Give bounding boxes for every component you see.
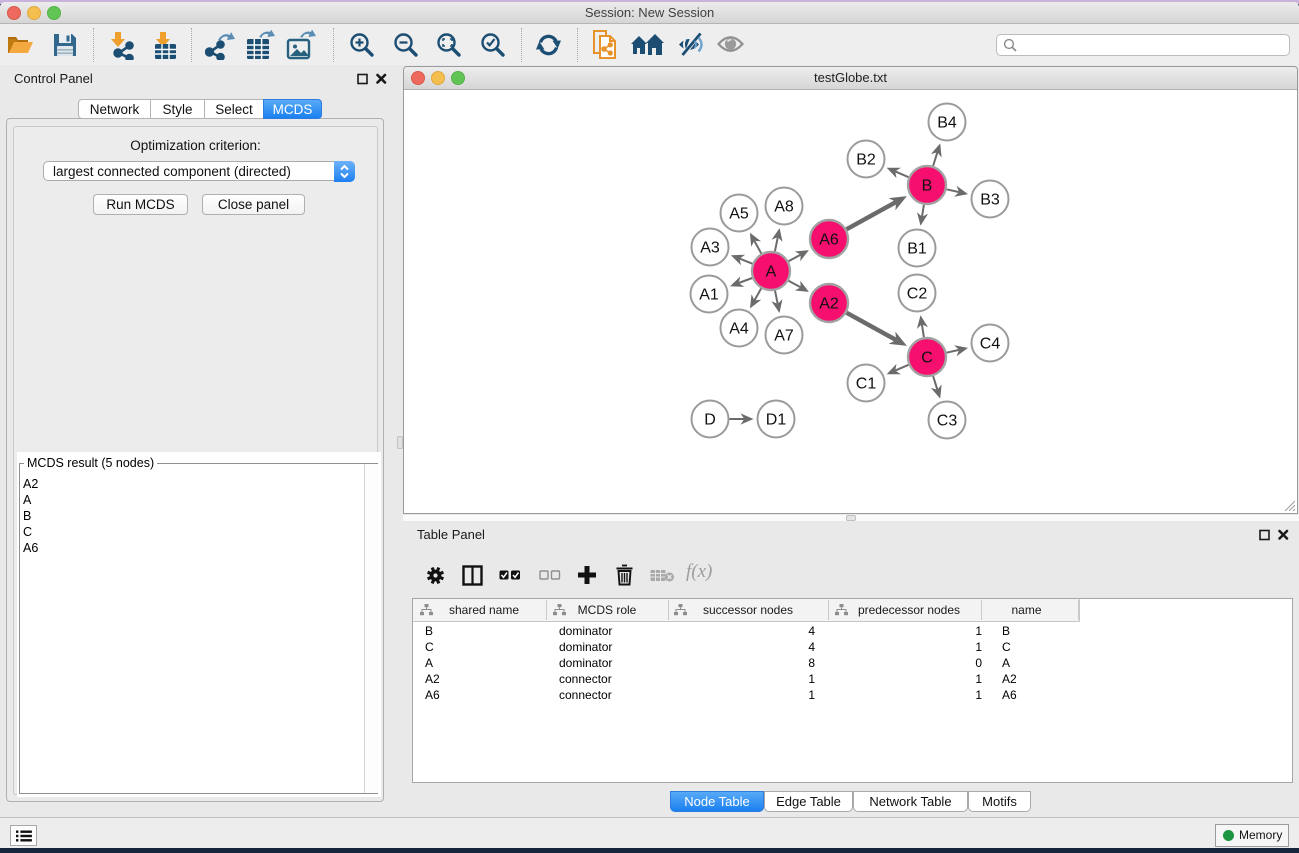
svg-text:C4: C4: [980, 336, 1001, 353]
svg-text:A8: A8: [774, 199, 794, 216]
svg-text:B1: B1: [907, 241, 927, 258]
svg-text:B: B: [922, 178, 933, 195]
svg-text:A5: A5: [729, 206, 749, 223]
svg-text:C: C: [921, 350, 933, 367]
svg-text:A7: A7: [774, 328, 794, 345]
svg-text:C2: C2: [907, 286, 928, 303]
svg-text:B3: B3: [980, 192, 1000, 209]
svg-text:D1: D1: [766, 412, 787, 429]
svg-text:C3: C3: [937, 413, 958, 430]
svg-text:C1: C1: [856, 376, 877, 393]
svg-text:A1: A1: [699, 287, 719, 304]
svg-text:A3: A3: [700, 240, 720, 257]
svg-text:A4: A4: [729, 321, 749, 338]
svg-text:B4: B4: [937, 115, 957, 132]
svg-text:D: D: [704, 412, 716, 429]
svg-text:A: A: [766, 264, 777, 281]
svg-text:B2: B2: [856, 152, 876, 169]
svg-text:A6: A6: [819, 232, 839, 249]
svg-text:A2: A2: [819, 296, 839, 313]
